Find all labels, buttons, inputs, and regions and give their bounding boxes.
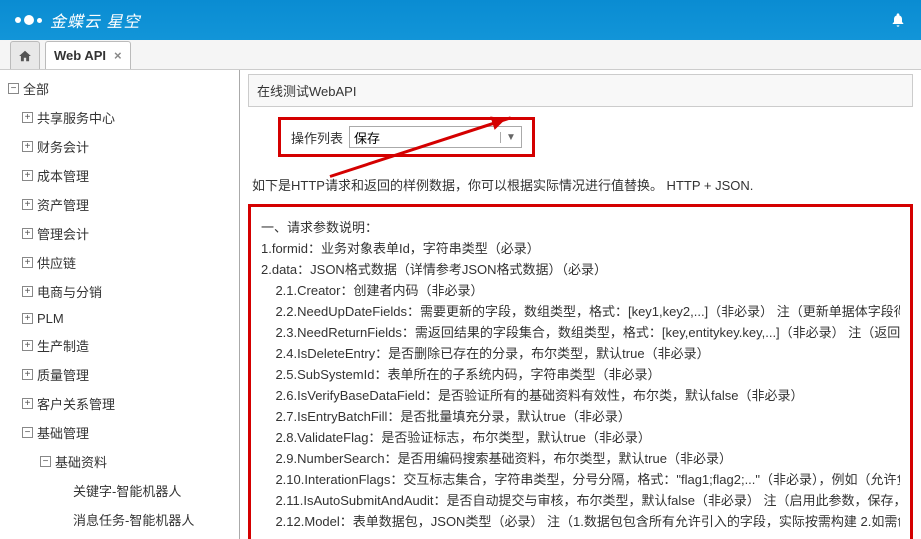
collapse-icon[interactable]: − [8,83,19,94]
expand-icon[interactable]: + [22,257,33,268]
tree-item[interactable]: + 电商与分销 [0,277,239,306]
expand-icon[interactable]: + [22,398,33,409]
tree-label: 全部 [23,79,49,98]
param-line: 2.3.NeedReturnFields：需返回结果的字段集合，数组类型，格式：… [261,322,900,341]
tree-item[interactable]: + 共享服务中心 [0,103,239,132]
expand-icon[interactable]: + [22,141,33,152]
param-line: 2.data：JSON格式数据（详情参考JSON格式数据）（必录） [261,259,900,278]
collapse-icon[interactable]: − [40,456,51,467]
expand-icon[interactable]: + [22,286,33,297]
expand-icon[interactable]: + [22,170,33,181]
tree-item[interactable]: + PLM [0,306,239,331]
tree-label: 基础资料 [55,452,107,471]
collapse-icon[interactable]: − [22,427,33,438]
description: 如下是HTTP请求和返回的样例数据，你可以根据实际情况进行值替换。 HTTP +… [252,175,917,194]
close-icon[interactable]: × [114,48,122,63]
param-line: 2.1.Creator：创建者内码（非必录） [261,280,900,299]
tree-item[interactable]: + 资产管理 [0,190,239,219]
expand-icon[interactable]: + [22,340,33,351]
param-line: 2.10.InterationFlags：交互标志集合，字符串类型，分号分隔，格… [261,469,900,488]
tree-item[interactable]: + 供应链 [0,248,239,277]
sidebar: − 全部 + 共享服务中心 + 财务会计 + 成本管理 + 资产管理 + 管理会计 + 供应链 + 电商与… [0,70,240,539]
tree-label: 生产制造 [37,336,89,355]
tree-item[interactable]: + 成本管理 [0,161,239,190]
tree-leaf[interactable]: 关键字服务-智能机器人 [0,534,239,539]
tab-label: Web API [54,48,106,63]
tree-root[interactable]: − 全部 [0,74,239,103]
tree-item[interactable]: + 客户关系管理 [0,389,239,418]
chevron-down-icon[interactable]: ▼ [500,132,521,143]
param-line: 2.2.NeedUpDateFields：需要更新的字段，数组类型，格式：[ke… [261,301,900,320]
brand-text: 金蝶云 星空 [50,8,140,32]
tree-label: 客户关系管理 [37,394,115,413]
param-line: 2.6.IsVerifyBaseDataField：是否验证所有的基础资料有效性… [261,385,900,404]
operation-label: 操作列表 [291,128,343,147]
tree-item[interactable]: + 财务会计 [0,132,239,161]
tree-label: 关键字-智能机器人 [73,481,181,500]
tree-item[interactable]: + 质量管理 [0,360,239,389]
tree-label: 消息任务-智能机器人 [73,510,194,529]
home-icon [18,49,32,63]
tree-label: 管理会计 [37,224,89,243]
param-line: 2.8.ValidateFlag：是否验证标志，布尔类型，默认true（非必录） [261,427,900,446]
tree-label: 电商与分销 [37,282,102,301]
param-line: 2.12.Model：表单数据包，JSON类型（必录） 注（1.数据包包含所有允… [261,511,900,530]
param-line: 2.5.SubSystemId：表单所在的子系统内码，字符串类型（非必录） [261,364,900,383]
tree-label: 基础管理 [37,423,89,442]
tree-label: 财务会计 [37,137,89,156]
tree-item[interactable]: + 生产制造 [0,331,239,360]
tree-label: 资产管理 [37,195,89,214]
tree-label: 供应链 [37,253,76,272]
tree-leaf[interactable]: 消息任务-智能机器人 [0,505,239,534]
params-box: 一、请求参数说明： 1.formid：业务对象表单Id，字符串类型（必录） 2.d… [248,204,913,539]
page-title: 在线测试WebAPI [248,74,913,107]
tree-label: PLM [37,311,64,326]
params-title: 一、请求参数说明： [261,217,900,236]
tree-base-mgmt[interactable]: − 基础管理 [0,418,239,447]
expand-icon[interactable]: + [22,199,33,210]
expand-icon[interactable]: + [22,228,33,239]
expand-icon[interactable]: + [22,112,33,123]
param-line: 2.7.IsEntryBatchFill：是否批量填充分录，默认true（非必录… [261,406,900,425]
param-line: 2.11.IsAutoSubmitAndAudit：是否自动提交与审核，布尔类型… [261,490,900,509]
tree-label: 成本管理 [37,166,89,185]
param-line: 2.9.NumberSearch：是否用编码搜索基础资料，布尔类型，默认true… [261,448,900,467]
tree-leaf[interactable]: 关键字-智能机器人 [0,476,239,505]
tree-base-data[interactable]: − 基础资料 [0,447,239,476]
param-line: 1.formid：业务对象表单Id，字符串类型（必录） [261,238,900,257]
param-line: 2.4.IsDeleteEntry：是否删除已存在的分录，布尔类型，默认true… [261,343,900,362]
content: 在线测试WebAPI 操作列表 ▼ 如下是HTTP请求和返回的样例数据，你可以根… [240,70,921,539]
expand-icon[interactable]: + [22,313,33,324]
tree-label: 共享服务中心 [37,108,115,127]
expand-icon[interactable]: + [22,369,33,380]
bell-icon[interactable] [890,11,906,29]
tab-webapi[interactable]: Web API × [45,41,131,69]
tabbar: Web API × [0,40,921,70]
home-tab[interactable] [10,41,40,69]
logo: 金蝶云 星空 [15,8,140,32]
app-header: 金蝶云 星空 [0,0,921,40]
tree-item[interactable]: + 管理会计 [0,219,239,248]
tree-label: 质量管理 [37,365,89,384]
